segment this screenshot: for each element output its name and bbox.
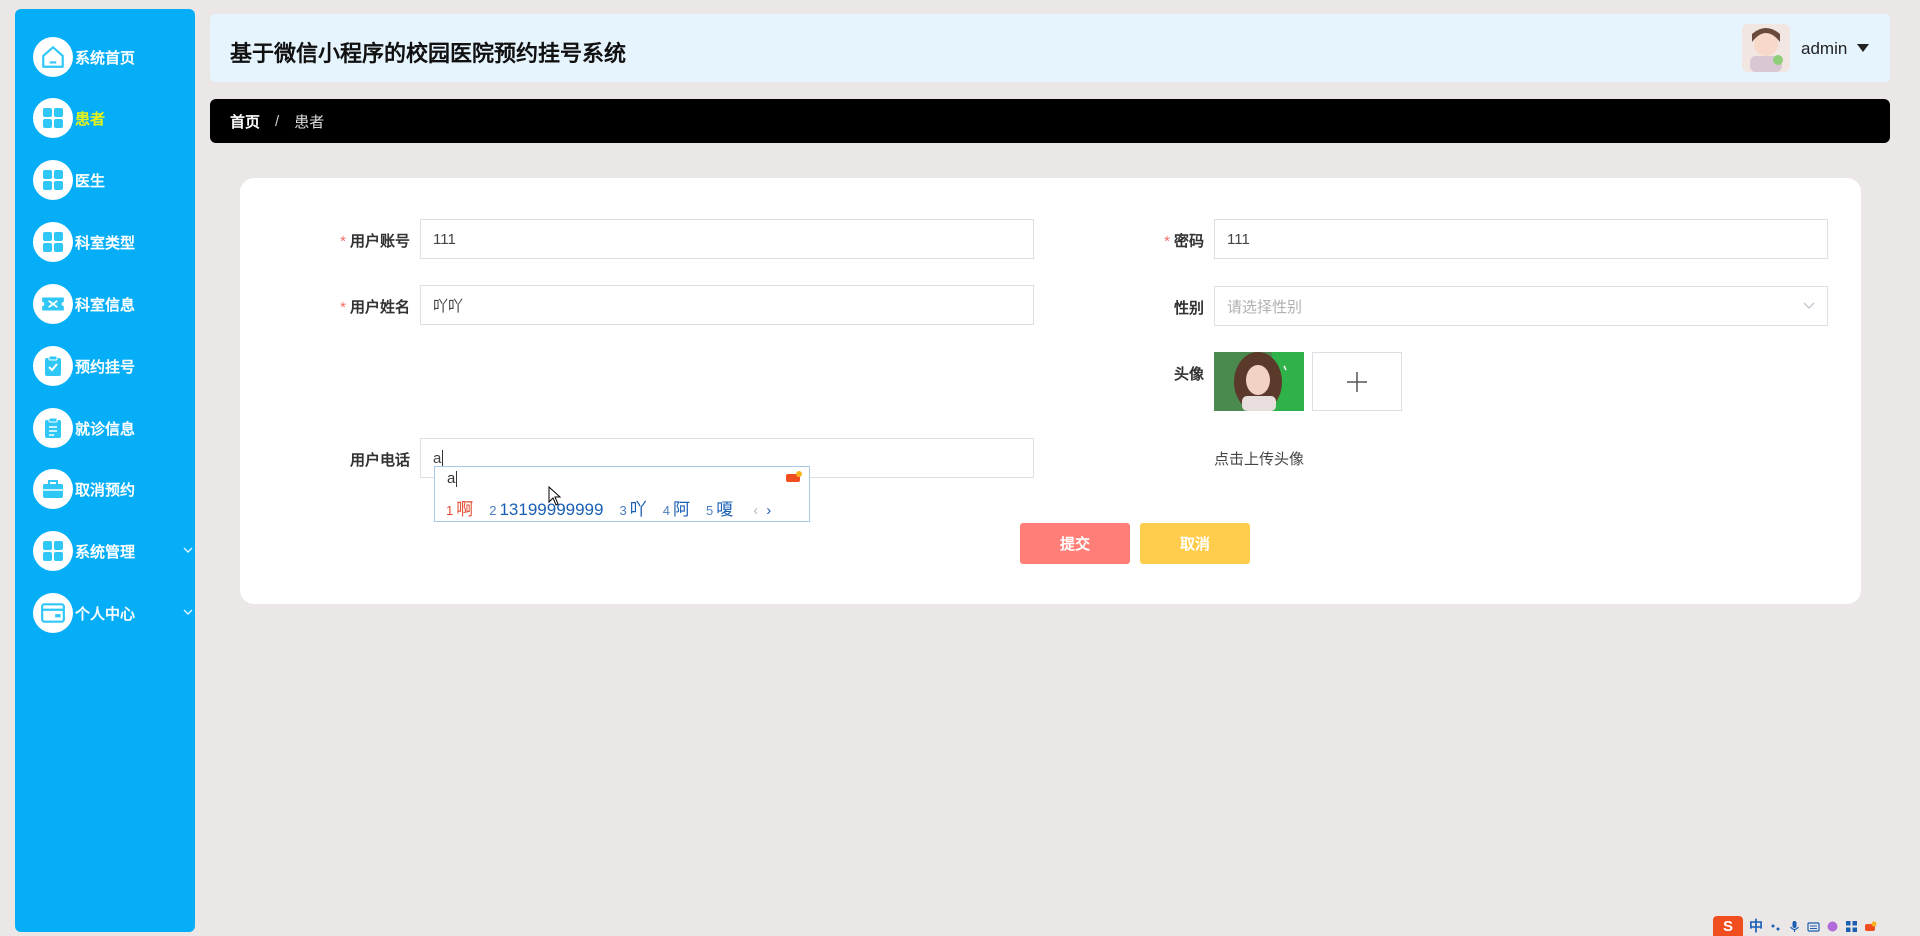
ime-candidate-popup: a 1啊 2 13199999999 3吖 4阿 5嗄 ‹ › bbox=[434, 466, 810, 522]
page-title: 基于微信小程序的校园医院预约挂号系统 bbox=[230, 41, 627, 66]
ime-composition: a bbox=[447, 470, 458, 488]
ime-skin-icon[interactable] bbox=[1864, 920, 1877, 933]
skin-icon[interactable] bbox=[1826, 920, 1839, 933]
required-mark: * bbox=[340, 233, 346, 250]
briefcase-icon bbox=[33, 469, 73, 509]
sidebar-item-label: 科室类型 bbox=[75, 234, 136, 252]
ime-mode[interactable]: 中 bbox=[1749, 916, 1763, 936]
grid-icon bbox=[33, 160, 73, 200]
sidebar-item-label: 预约挂号 bbox=[75, 358, 136, 376]
name-label: * 用户姓名 bbox=[340, 299, 410, 316]
sidebar: 系统首页 患者 医生 科室类型 科室信息 预约挂号 就诊信息 取消预约 系统管理… bbox=[15, 9, 195, 932]
clipboard-icon bbox=[33, 408, 73, 448]
name-input[interactable]: 吖吖 bbox=[420, 285, 1034, 325]
avatar[interactable] bbox=[1742, 24, 1790, 72]
sidebar-item-label: 就诊信息 bbox=[75, 420, 136, 438]
ime-candidate[interactable]: 4阿 bbox=[663, 495, 690, 520]
password-label: * 密码 bbox=[1164, 233, 1204, 250]
card-icon bbox=[33, 593, 73, 633]
plus-icon bbox=[1347, 371, 1367, 392]
username[interactable]: admin bbox=[1801, 39, 1847, 59]
sidebar-item-patient[interactable]: 患者 bbox=[33, 98, 105, 138]
sidebar-item-profile[interactable]: 个人中心 bbox=[33, 593, 135, 633]
breadcrumb: 首页 / 患者 bbox=[210, 99, 1890, 143]
caret-down-icon[interactable] bbox=[1857, 44, 1869, 52]
gender-placeholder: 请选择性别 bbox=[1227, 298, 1303, 316]
ime-candidate[interactable]: 3吖 bbox=[619, 495, 646, 520]
grid-icon bbox=[33, 222, 73, 262]
avatar-image[interactable] bbox=[1214, 352, 1304, 411]
ticket-icon bbox=[33, 284, 73, 324]
ime-prev-page[interactable]: ‹ bbox=[753, 502, 758, 519]
ime-next-page[interactable]: › bbox=[766, 502, 771, 519]
account-input[interactable]: 111 bbox=[420, 219, 1034, 259]
ime-candidate[interactable]: 2 13199999999 bbox=[489, 500, 603, 520]
breadcrumb-home[interactable]: 首页 bbox=[230, 111, 260, 132]
ime-candidate[interactable]: 1啊 bbox=[446, 495, 473, 520]
mouse-cursor-icon bbox=[548, 486, 562, 506]
punctuation-icon[interactable] bbox=[1769, 920, 1782, 933]
ime-skin-icon bbox=[786, 471, 802, 482]
ime-candidate[interactable]: 5嗄 bbox=[706, 495, 733, 520]
required-mark: * bbox=[1164, 233, 1170, 250]
grid-icon bbox=[33, 531, 73, 571]
sidebar-item-appointment[interactable]: 预约挂号 bbox=[33, 346, 135, 386]
grid-menu-icon[interactable] bbox=[1845, 920, 1858, 933]
password-input[interactable]: 111 bbox=[1214, 219, 1828, 259]
sidebar-item-dept-type[interactable]: 科室类型 bbox=[33, 222, 135, 262]
sidebar-item-label: 科室信息 bbox=[75, 296, 136, 314]
system-tray: S 中 bbox=[1713, 916, 1920, 936]
breadcrumb-separator: / bbox=[275, 112, 280, 130]
sidebar-item-home[interactable]: 系统首页 bbox=[33, 37, 135, 77]
sidebar-item-visit-info[interactable]: 就诊信息 bbox=[33, 408, 135, 448]
home-icon bbox=[33, 37, 73, 77]
grid-icon bbox=[33, 98, 73, 138]
sidebar-item-system[interactable]: 系统管理 bbox=[33, 531, 135, 571]
text-caret bbox=[442, 450, 444, 466]
sidebar-item-label: 医生 bbox=[75, 172, 106, 190]
upload-button[interactable] bbox=[1312, 352, 1402, 411]
chevron-down-icon bbox=[1803, 302, 1815, 309]
cancel-button[interactable]: 取消 bbox=[1140, 523, 1250, 564]
account-label: * 用户账号 bbox=[340, 233, 410, 250]
submit-button[interactable]: 提交 bbox=[1020, 523, 1130, 564]
sidebar-item-label: 系统管理 bbox=[75, 543, 136, 561]
sidebar-item-label: 患者 bbox=[75, 110, 106, 128]
keyboard-icon[interactable] bbox=[1807, 920, 1820, 933]
top-header: 基于微信小程序的校园医院预约挂号系统 admin bbox=[210, 14, 1890, 82]
chevron-down-icon[interactable] bbox=[183, 607, 193, 617]
clipboard-check-icon bbox=[33, 346, 73, 386]
sidebar-item-label: 系统首页 bbox=[75, 49, 136, 67]
sidebar-item-dept-info[interactable]: 科室信息 bbox=[33, 284, 135, 324]
microphone-icon[interactable] bbox=[1788, 920, 1801, 933]
sidebar-item-label: 个人中心 bbox=[75, 605, 136, 623]
breadcrumb-current: 患者 bbox=[294, 113, 325, 131]
sidebar-item-label: 取消预约 bbox=[75, 481, 136, 499]
phone-label: 用户电话 bbox=[349, 452, 410, 469]
sidebar-item-doctor[interactable]: 医生 bbox=[33, 160, 105, 200]
upload-tip: 点击上传头像 bbox=[1214, 451, 1305, 468]
gender-select[interactable]: 请选择性别 bbox=[1214, 286, 1828, 326]
chevron-down-icon[interactable] bbox=[183, 545, 193, 555]
ime-logo[interactable]: S bbox=[1713, 916, 1743, 936]
avatar-label: 头像 bbox=[1173, 366, 1204, 383]
sidebar-item-cancel-appointment[interactable]: 取消预约 bbox=[33, 469, 135, 509]
ime-candidates: 1啊 2 13199999999 3吖 4阿 5嗄 ‹ › bbox=[446, 495, 771, 520]
required-mark: * bbox=[340, 299, 346, 316]
gender-label: 性别 bbox=[1173, 300, 1204, 317]
